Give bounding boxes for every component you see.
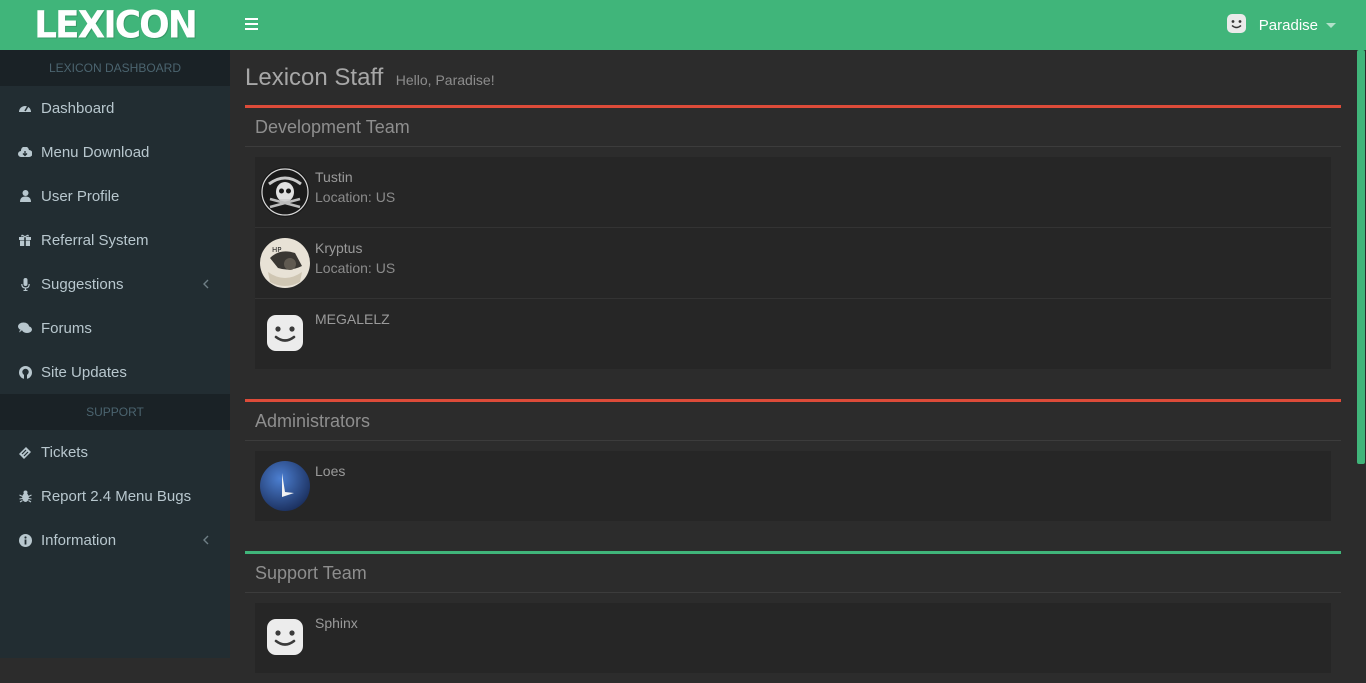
list-item[interactable]: HP Kryptus Location: US	[255, 228, 1331, 299]
sidebar-item-dashboard[interactable]: Dashboard	[0, 86, 230, 130]
sidebar-item-report-bugs[interactable]: Report 2.4 Menu Bugs	[0, 474, 230, 518]
sidebar-item-label: Forums	[41, 319, 92, 337]
sidebar-section-header: SUPPORT	[0, 394, 230, 430]
list-item[interactable]: Sphinx	[255, 603, 1331, 673]
info-circle-icon	[18, 533, 32, 547]
sidebar-item-label: Site Updates	[41, 363, 127, 381]
sidebar-item-label: Menu Download	[41, 143, 150, 161]
page-scrollbar[interactable]	[1356, 50, 1366, 658]
member-location: Location: US	[315, 189, 396, 205]
sidebar-item-menu-download[interactable]: Menu Download	[0, 130, 230, 174]
sidebar-item-label: Information	[41, 531, 117, 549]
ticket-icon	[18, 445, 32, 459]
svg-text:HP: HP	[272, 246, 282, 254]
github-icon	[18, 365, 32, 379]
main-content: Lexicon Staff Hello, Paradise! Developme…	[230, 50, 1356, 683]
sidebar-item-referral-system[interactable]: Referral System	[0, 218, 230, 262]
team-box-development: Development Team Tustin Location: US HP …	[245, 105, 1341, 379]
sidebar-item-information[interactable]: Information	[0, 518, 230, 562]
member-list: Tustin Location: US HP Kryptus Location:…	[255, 157, 1331, 369]
page-title: Lexicon Staff	[245, 64, 384, 91]
box-title: Support Team	[245, 554, 1341, 593]
sidebar-item-label: Report 2.4 Menu Bugs	[41, 487, 192, 505]
member-name: Kryptus	[315, 240, 363, 256]
sidebar-item-suggestions[interactable]: Suggestions	[0, 262, 230, 306]
member-name: MEGALELZ	[315, 311, 390, 327]
bug-icon	[18, 489, 32, 503]
brand-logo[interactable]: LEXICON	[0, 0, 230, 50]
user-name: Paradise	[1258, 16, 1318, 34]
user-icon	[18, 189, 32, 203]
dashboard-gauge-icon	[18, 101, 32, 115]
member-name: Tustin	[315, 169, 353, 185]
sidebar-item-forums[interactable]: Forums	[0, 306, 230, 350]
sidebar-item-label: User Profile	[41, 187, 120, 205]
member-name: Loes	[315, 463, 346, 479]
smiley-face-icon	[1226, 13, 1246, 37]
sidebar-item-label: Dashboard	[41, 99, 115, 117]
list-item[interactable]: Tustin Location: US	[255, 157, 1331, 228]
skull-avatar	[260, 167, 310, 217]
chevron-left-icon	[200, 533, 212, 547]
blue-l-logo-avatar	[260, 461, 310, 511]
sidebar-item-user-profile[interactable]: User Profile	[0, 174, 230, 218]
gift-icon	[18, 233, 32, 247]
comments-icon	[18, 321, 32, 335]
caret-down-icon	[1326, 22, 1336, 28]
member-list: Loes	[255, 451, 1331, 521]
sidebar-item-label: Referral System	[41, 231, 149, 249]
user-menu[interactable]: Paradise	[1226, 13, 1336, 37]
list-item[interactable]: MEGALELZ	[255, 299, 1331, 369]
logo-text: LEXICON	[34, 3, 198, 47]
sidebar-item-label: Suggestions	[41, 275, 124, 293]
member-list: Sphinx	[255, 603, 1331, 673]
microphone-icon	[18, 277, 32, 291]
smiley-face-icon	[265, 313, 305, 353]
page-header: Lexicon Staff Hello, Paradise!	[245, 64, 495, 92]
member-name: Sphinx	[315, 615, 358, 631]
box-title: Development Team	[245, 108, 1341, 147]
scrollbar-thumb[interactable]	[1357, 50, 1365, 464]
member-location: Location: US	[315, 260, 396, 276]
sidebar: LEXICON DASHBOARD Dashboard Menu Downloa…	[0, 50, 230, 658]
team-box-support: Support Team Sphinx	[245, 551, 1341, 683]
sidebar-section-header: LEXICON DASHBOARD	[0, 50, 230, 86]
box-title: Administrators	[245, 402, 1341, 441]
page-subtitle: Hello, Paradise!	[395, 72, 495, 88]
sidebar-item-site-updates[interactable]: Site Updates	[0, 350, 230, 394]
chevron-left-icon	[200, 277, 212, 291]
smiley-face-icon	[265, 617, 305, 657]
top-navbar: LEXICON Paradise	[0, 0, 1366, 50]
photo-avatar: HP	[260, 238, 310, 288]
team-box-administrators: Administrators Loes	[245, 399, 1341, 531]
cloud-download-icon	[18, 145, 32, 159]
list-item[interactable]: Loes	[255, 451, 1331, 521]
sidebar-item-label: Tickets	[41, 443, 88, 461]
sidebar-item-tickets[interactable]: Tickets	[0, 430, 230, 474]
hamburger-icon[interactable]	[245, 18, 258, 31]
